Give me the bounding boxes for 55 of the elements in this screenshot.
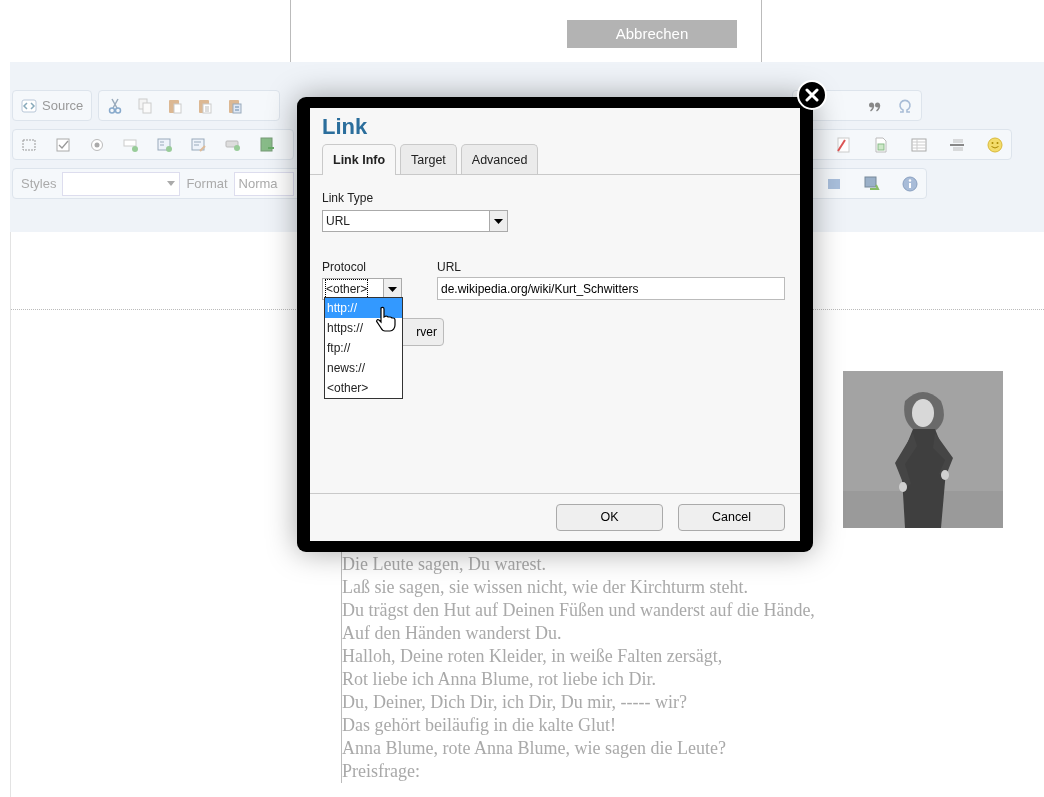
image-icon[interactable] — [864, 175, 880, 192]
ok-button[interactable]: OK — [556, 504, 663, 531]
omega-icon[interactable] — [897, 97, 913, 114]
text-area-icon[interactable] — [157, 136, 173, 153]
link-type-select[interactable]: URL — [322, 210, 508, 232]
scissors-icon[interactable] — [107, 97, 124, 114]
close-icon — [805, 88, 819, 102]
caret-icon — [388, 286, 397, 292]
poem-line: Das gehört beiläufig in die kalte Glut! — [342, 714, 617, 737]
dropdown-option[interactable]: <other> — [325, 378, 402, 398]
source-code-icon — [21, 97, 37, 114]
checkbox-icon[interactable] — [55, 136, 71, 153]
format-label: Format — [186, 174, 228, 193]
cancel-button[interactable]: Cancel — [678, 504, 785, 531]
protocol-label: Protocol — [322, 259, 368, 276]
dropdown-option[interactable]: ftp:// — [325, 338, 402, 358]
spreadsheet-icon[interactable] — [873, 136, 889, 153]
tab[interactable]: Link Info — [322, 144, 397, 175]
text-field-icon[interactable] — [123, 136, 139, 153]
radio-button-icon[interactable] — [89, 136, 105, 153]
select-list-icon[interactable] — [191, 136, 207, 153]
poem-line: Rot liebe ich Anna Blume, rot liebe ich Dir. — [342, 668, 657, 691]
poem-line: Auf den Händen wanderst Du. — [342, 622, 563, 645]
flash-icon[interactable] — [835, 136, 851, 153]
poem-line: Anna Blume, rote Anna Blume, wie sagen die Leute? — [342, 737, 727, 760]
tab[interactable]: Target — [400, 144, 457, 174]
hand-cursor-icon — [375, 306, 397, 332]
copy-icon[interactable] — [137, 97, 154, 114]
styles-label: Styles — [21, 174, 57, 193]
dialog-title: Link — [321, 113, 369, 140]
clipboard-document-icon[interactable] — [227, 97, 244, 114]
poem-line: Du, Deiner, Dich Dir, ich Dir, Du mir, ----- wir? — [342, 691, 688, 714]
protocol-select[interactable]: <other> — [322, 278, 402, 300]
url-field[interactable]: de.wikipedia.org/wiki/Kurt_Schwitters — [437, 277, 785, 300]
link-type-label: Link Type — [322, 190, 375, 207]
poem-line: Du trägst den Hut auf Deinen Füßen und wanderst auf die Hände, — [342, 599, 816, 622]
poem-line: Preisfrage: — [342, 760, 421, 783]
image-button-icon[interactable] — [259, 136, 275, 153]
poem-line: Die Leute sagen, Du warest. — [342, 553, 547, 576]
tab[interactable]: Advanced — [460, 144, 539, 174]
url-label: URL — [437, 259, 462, 276]
caret-icon — [494, 218, 503, 224]
dashed-rectangle-icon[interactable] — [21, 136, 37, 153]
smiley-icon[interactable] — [987, 136, 1003, 153]
poem-line: Halloh, Deine roten Kleider, in weiße Falten zersägt, — [342, 645, 724, 668]
dropdown-option[interactable]: https:// — [325, 318, 402, 338]
table-icon[interactable] — [911, 136, 927, 153]
horizontal-rule-icon[interactable] — [949, 136, 965, 153]
dropdown-option[interactable]: news:// — [325, 358, 402, 378]
poem-line: Laß sie sagen, sie wissen nicht, wie der Kirchturm steht. — [342, 576, 749, 599]
styles-dropdown[interactable] — [62, 171, 181, 196]
caret-icon — [167, 181, 176, 186]
clipboard-text-icon[interactable] — [197, 97, 214, 114]
clipboard-icon[interactable] — [167, 97, 184, 114]
info-icon[interactable] — [902, 175, 918, 192]
